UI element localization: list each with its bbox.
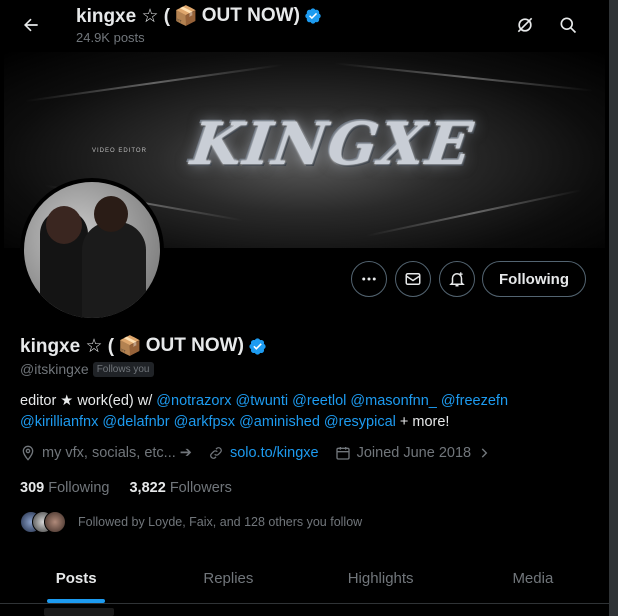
mention-link[interactable]: @notrazorx xyxy=(156,393,231,409)
mention-link[interactable]: @aminished xyxy=(239,414,320,430)
follows-you-badge: Follows you xyxy=(92,361,154,377)
mention-link[interactable]: @masonfnn_ xyxy=(350,393,436,409)
search-icon xyxy=(560,17,577,34)
profile-page: kingxe ☆ ( 📦 OUT NOW) 24.9K posts VIDEO … xyxy=(0,0,609,616)
avatar[interactable] xyxy=(20,178,164,322)
next-post-peek xyxy=(44,608,114,616)
following-count-link[interactable]: 309 Following xyxy=(20,480,109,496)
package-emoji: 📦 xyxy=(174,6,198,27)
banner-logo: KINGXE xyxy=(187,110,479,178)
mention-link[interactable]: @delafnbr xyxy=(102,414,169,430)
package-emoji: 📦 xyxy=(118,336,142,357)
profile-name-text: kingxe ☆ ( xyxy=(20,335,115,357)
header-title: kingxe ☆ ( 📦 OUT NOW) xyxy=(76,4,322,28)
grok-icon xyxy=(517,17,533,33)
post-count: 24.9K posts xyxy=(76,30,145,45)
bio: editor ★ work(ed) w/ @notrazorx @twunti … xyxy=(20,391,580,433)
profile-name: kingxe ☆ ( 📦 OUT NOW) xyxy=(20,334,267,358)
avatar-face-right xyxy=(94,196,128,232)
join-date-text: Joined June 2018 xyxy=(356,445,472,461)
more-button[interactable] xyxy=(351,261,387,297)
link-icon xyxy=(210,447,222,459)
profile-meta: my vfx, socials, etc... ➔ solo.to/kingxe… xyxy=(20,445,507,461)
bio-suffix: + more! xyxy=(395,414,450,430)
avatar-face-left xyxy=(46,206,82,244)
following-label: Following xyxy=(48,480,110,496)
mention-link[interactable]: @twunti xyxy=(236,393,289,409)
handle-row: @itskingxe Follows you xyxy=(20,361,154,377)
notifications-button[interactable] xyxy=(439,261,475,297)
message-button[interactable] xyxy=(395,261,431,297)
followed-by-text: Followed by Loyde, Faix, and 128 others … xyxy=(78,515,363,529)
followers-count-link[interactable]: 3,822 Followers xyxy=(129,480,231,496)
bell-plus-icon xyxy=(449,272,465,287)
follow-counts: 309 Following 3,822 Followers xyxy=(20,480,232,496)
tab-posts[interactable]: Posts xyxy=(0,553,152,603)
profile-tabs: Posts Replies Highlights Media xyxy=(0,553,609,604)
verified-badge-icon xyxy=(305,8,321,24)
avatar-figure-right xyxy=(82,222,146,318)
calendar-icon xyxy=(335,447,350,460)
following-count: 309 xyxy=(20,480,45,496)
mention-link[interactable]: @arkfpsx xyxy=(174,414,235,430)
profile-name-suffix: OUT NOW) xyxy=(145,335,244,356)
location: my vfx, socials, etc... ➔ xyxy=(20,445,192,461)
header-name: kingxe ☆ ( xyxy=(76,5,171,27)
envelope-icon xyxy=(405,273,421,285)
location-pin-icon xyxy=(22,445,34,461)
follower-avatar xyxy=(44,511,66,533)
arrow-left-icon xyxy=(24,18,38,32)
chevron-right-icon[interactable] xyxy=(477,446,491,460)
mention-link[interactable]: @freezefn xyxy=(441,393,508,409)
header-name-suffix: OUT NOW) xyxy=(201,5,300,26)
scrollbar-track[interactable] xyxy=(609,0,618,616)
tab-media[interactable]: Media xyxy=(457,553,609,603)
mention-link[interactable]: @resypical xyxy=(324,414,396,430)
followers-label: Followers xyxy=(169,480,232,496)
join-date: Joined June 2018 xyxy=(335,445,492,461)
more-dots-icon xyxy=(362,277,376,281)
handle: @itskingxe xyxy=(20,361,89,377)
mention-link[interactable]: @kirillianfnx xyxy=(20,414,98,430)
website[interactable]: solo.to/kingxe xyxy=(208,445,319,461)
followed-by[interactable]: Followed by Loyde, Faix, and 128 others … xyxy=(20,511,362,533)
location-text: my vfx, socials, etc... ➔ xyxy=(42,445,192,461)
bio-prefix: editor ★ work(ed) w/ xyxy=(20,393,157,409)
website-link[interactable]: solo.to/kingxe xyxy=(230,445,319,461)
following-button[interactable]: Following xyxy=(482,261,586,297)
grok-button[interactable] xyxy=(508,8,542,42)
follower-avatars xyxy=(20,511,68,533)
tab-replies[interactable]: Replies xyxy=(152,553,304,603)
tab-highlights[interactable]: Highlights xyxy=(305,553,457,603)
followers-count: 3,822 xyxy=(129,480,166,496)
banner-caption: VIDEO EDITOR xyxy=(92,148,147,154)
back-button[interactable] xyxy=(14,8,48,42)
verified-badge-icon xyxy=(249,337,266,355)
mention-link[interactable]: @reetlol xyxy=(292,393,346,409)
search-button[interactable] xyxy=(551,8,585,42)
top-bar: kingxe ☆ ( 📦 OUT NOW) 24.9K posts xyxy=(0,0,609,50)
